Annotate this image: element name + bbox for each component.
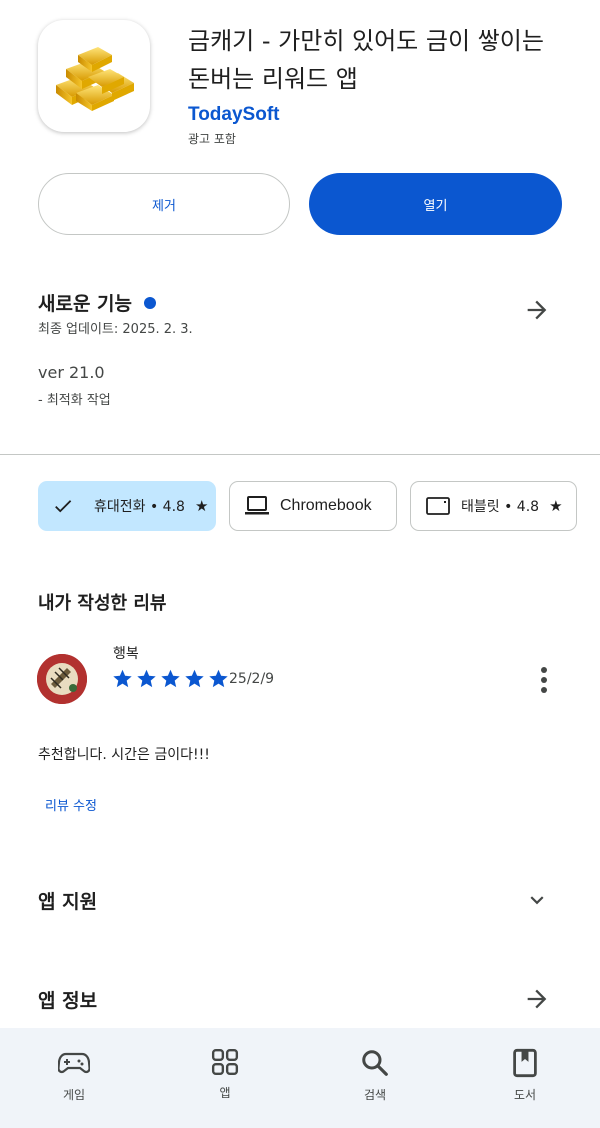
app-support-expand-button[interactable] <box>517 880 557 920</box>
device-chip-label: Chromebook <box>280 497 372 514</box>
ads-label: 광고 포함 <box>188 132 236 146</box>
device-chip-chromebook[interactable]: Chromebook <box>229 481 397 531</box>
whats-new-title: 새로운 기능 <box>38 293 133 315</box>
open-button[interactable]: 열기 <box>309 173 562 235</box>
reviewer-name: 행복 <box>113 646 139 662</box>
bottom-navigation: 게임 앱 검색 도서 <box>0 1028 600 1128</box>
chevron-down-icon <box>530 896 544 905</box>
device-chip-tablet[interactable]: 태블릿 • 4.8 ★ <box>410 481 577 531</box>
book-icon <box>513 1048 537 1078</box>
developer-link[interactable]: TodaySoft <box>188 104 279 126</box>
tablet-icon <box>426 497 450 515</box>
nav-label: 검색 <box>363 1088 387 1102</box>
search-icon <box>362 1050 388 1076</box>
nav-item-games[interactable]: 게임 <box>24 1028 124 1128</box>
check-icon <box>55 500 72 513</box>
app-info-arrow-button[interactable] <box>517 979 557 1019</box>
last-updated: 최종 업데이트: 2025. 2. 3. <box>38 322 193 337</box>
more-options-icon[interactable] <box>530 664 558 696</box>
apps-grid-icon <box>211 1048 239 1076</box>
gold-bars-icon <box>56 47 134 111</box>
star-icon <box>137 669 156 688</box>
star-icon <box>161 669 180 688</box>
version-text: ver 21.0 <box>38 363 105 382</box>
star-icon <box>209 669 228 688</box>
arrow-right-icon <box>527 300 547 320</box>
nav-item-books[interactable]: 도서 <box>475 1028 575 1128</box>
star-icon <box>113 669 132 688</box>
release-note: - 최적화 작업 <box>38 393 111 408</box>
nav-item-apps[interactable]: 앱 <box>175 1028 275 1128</box>
star-icon <box>185 669 204 688</box>
edit-review-link[interactable]: 리뷰 수정 <box>45 795 97 814</box>
device-chip-phone[interactable]: 휴대전화 • 4.8 ★ <box>38 481 216 531</box>
nav-label: 게임 <box>62 1088 86 1102</box>
section-divider <box>0 454 600 455</box>
review-date: 25/2/9 <box>229 671 275 687</box>
star-icon: ★ <box>194 497 209 515</box>
app-support-title[interactable]: 앱 지원 <box>38 887 97 914</box>
uninstall-button[interactable]: 제거 <box>38 173 290 235</box>
laptop-icon <box>245 496 269 515</box>
whats-new-header[interactable]: 새로운 기능 <box>38 289 157 316</box>
my-review-title: 내가 작성한 리뷰 <box>38 593 167 614</box>
nav-label: 앱 <box>219 1086 231 1100</box>
arrow-right-icon <box>527 989 547 1009</box>
whats-new-arrow-button[interactable] <box>517 290 557 330</box>
device-chip-label: 휴대전화 • 4.8 <box>94 499 185 515</box>
app-info-title[interactable]: 앱 정보 <box>38 986 97 1013</box>
nav-label: 도서 <box>513 1088 537 1102</box>
nav-item-search[interactable]: 검색 <box>325 1028 425 1128</box>
rating-stars <box>112 668 229 689</box>
review-text: 추천합니다. 시간은 금이다!!! <box>38 747 210 763</box>
app-title: 금캐기 - 가만히 있어도 금이 쌓이는 돈버는 리워드 앱 <box>188 27 544 93</box>
star-icon: ★ <box>549 497 563 515</box>
reviewer-avatar <box>37 654 87 704</box>
device-chip-label: 태블릿 • 4.8 <box>461 499 540 515</box>
new-indicator-dot <box>144 296 157 309</box>
gamepad-icon <box>58 1052 90 1074</box>
app-icon <box>38 20 150 132</box>
